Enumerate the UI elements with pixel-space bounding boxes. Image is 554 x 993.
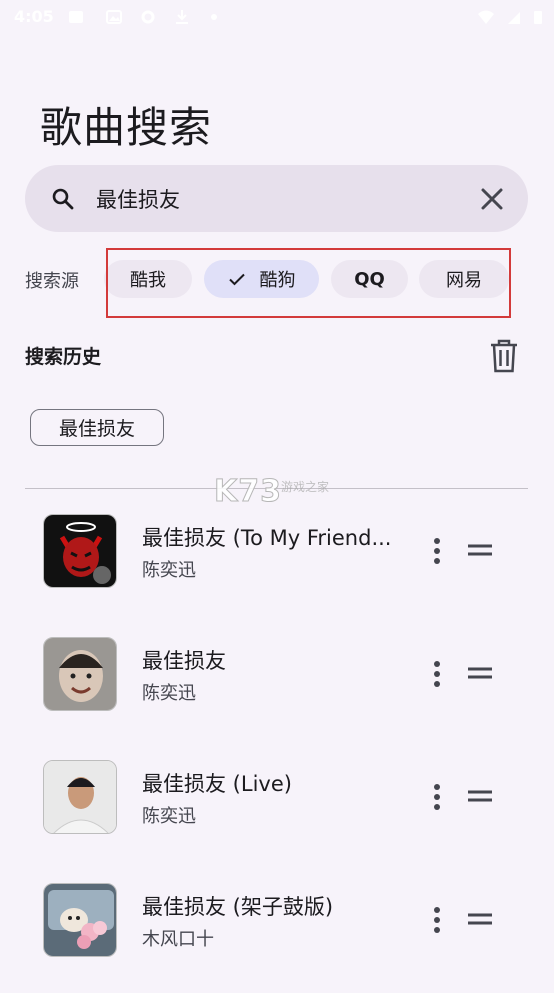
dot-icon bbox=[211, 14, 217, 20]
more-vert-icon[interactable] bbox=[428, 536, 446, 566]
drag-handle-icon[interactable] bbox=[466, 663, 494, 683]
signal-icon bbox=[508, 12, 520, 24]
wifi-icon bbox=[478, 10, 494, 24]
song-title: 最佳损友 (To My Friend... bbox=[142, 526, 392, 550]
history-chip-label: 最佳损友 bbox=[58, 418, 135, 440]
singer-photo-icon bbox=[43, 760, 117, 834]
drag-handle-icon[interactable] bbox=[466, 786, 494, 806]
song-row[interactable]: 最佳损友 陈奕迅 bbox=[0, 637, 554, 747]
song-title: 最佳损友 (Live) bbox=[142, 772, 292, 796]
song-artist: 陈奕迅 bbox=[142, 806, 196, 827]
song-row[interactable]: 最佳损友 (To My Friend... 陈奕迅 bbox=[0, 514, 554, 624]
dog-with-flowers-icon bbox=[43, 883, 117, 957]
more-vert-icon[interactable] bbox=[428, 782, 446, 812]
trash-icon[interactable] bbox=[488, 338, 520, 374]
song-artist: 陈奕迅 bbox=[142, 560, 196, 581]
song-row[interactable]: 最佳损友 (Live) 陈奕迅 bbox=[0, 760, 554, 870]
history-title: 搜索历史 bbox=[25, 346, 102, 368]
download-icon bbox=[176, 10, 188, 24]
more-vert-icon[interactable] bbox=[428, 659, 446, 689]
song-artist: 木风口十 bbox=[142, 929, 214, 950]
source-label: 搜索源 bbox=[25, 271, 79, 292]
source-highlight-box bbox=[106, 248, 511, 318]
search-icon[interactable] bbox=[50, 186, 76, 212]
child-photo-icon bbox=[43, 637, 117, 711]
image-icon bbox=[106, 10, 122, 24]
settings-icon bbox=[141, 10, 155, 24]
watermark-subtitle: 游戏之家 bbox=[281, 480, 330, 494]
battery-icon bbox=[534, 11, 542, 24]
search-input[interactable] bbox=[96, 183, 426, 215]
page-title: 歌曲搜索 bbox=[40, 103, 213, 152]
close-icon[interactable] bbox=[478, 185, 506, 213]
drag-handle-icon[interactable] bbox=[466, 540, 494, 560]
status-time: 4:05 bbox=[14, 7, 54, 26]
more-vert-icon[interactable] bbox=[428, 905, 446, 935]
song-title: 最佳损友 (架子鼓版) bbox=[142, 895, 334, 919]
song-artist: 陈奕迅 bbox=[142, 683, 196, 704]
status-bar: 4:05 bbox=[0, 0, 554, 34]
history-chip[interactable]: 最佳损友 bbox=[30, 409, 164, 446]
song-title: 最佳损友 bbox=[142, 649, 226, 673]
drag-handle-icon[interactable] bbox=[466, 909, 494, 929]
devil-avatar-icon bbox=[43, 514, 117, 588]
watermark-logo: K73 bbox=[214, 474, 282, 510]
notification-icon bbox=[69, 11, 83, 23]
song-row[interactable]: 最佳损友 (架子鼓版) 木风口十 bbox=[0, 883, 554, 993]
